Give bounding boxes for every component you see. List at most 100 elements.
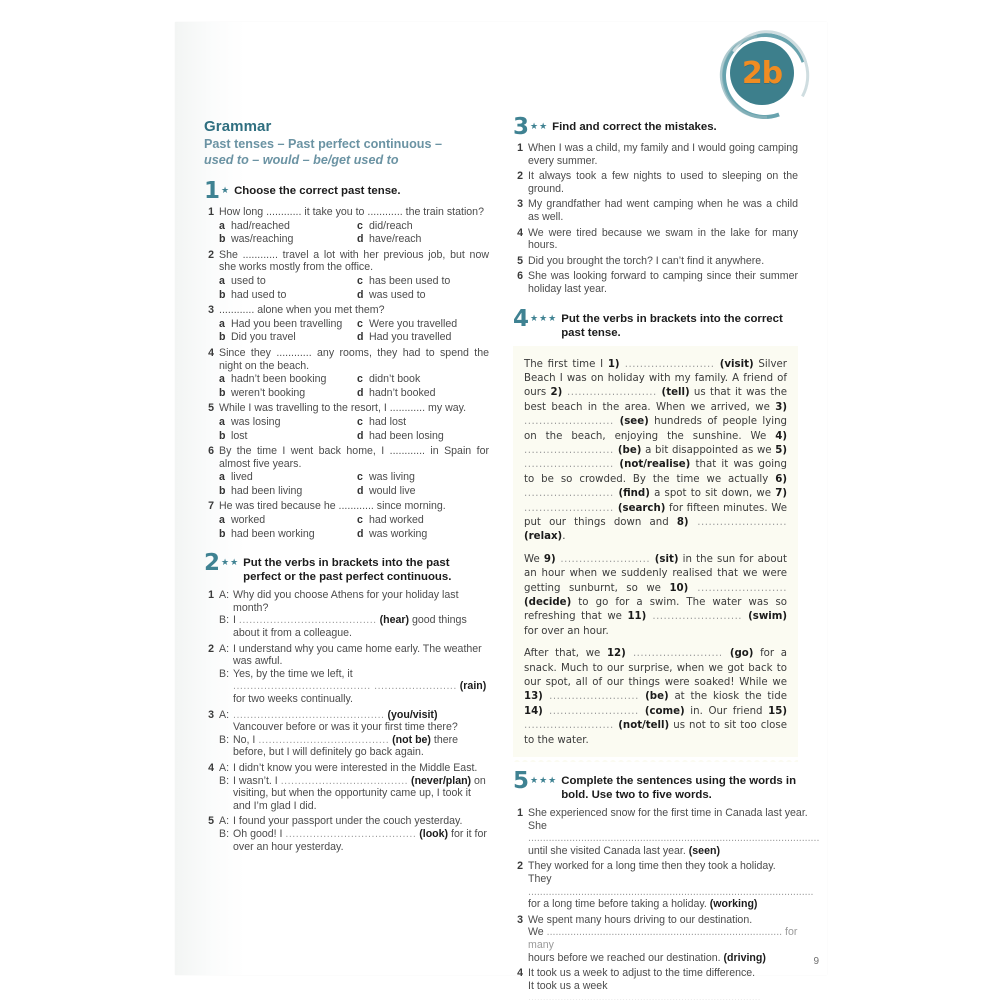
question-body: ............ alone when you met them? a Ha…	[219, 304, 489, 344]
answer-option-d[interactable]: d would live	[357, 485, 489, 498]
dialogue-text-b: Yes, by the time we left, it ...........…	[233, 667, 487, 705]
question-item: 3 We spent many hours driving to our dest…	[513, 914, 798, 964]
answer-option-a[interactable]: a lived	[219, 471, 351, 484]
cloze-bold: (go)	[729, 648, 754, 660]
question-number: 3	[517, 198, 523, 211]
answer-option-b[interactable]: b was/reaching	[219, 233, 351, 246]
question-item: 1 How long ............ it take you to ..…	[204, 206, 489, 246]
answer-option-d[interactable]: d was working	[357, 528, 489, 541]
question-stem: Since they ............ any rooms, they …	[219, 346, 489, 372]
answer-option-b[interactable]: b Did you travel	[219, 331, 351, 344]
answer-option-c[interactable]: c didn’t book	[357, 373, 489, 386]
option-text: Did you travel	[231, 331, 296, 344]
option-text: has been used to	[369, 274, 451, 287]
option-text: worked	[231, 514, 266, 527]
option-text: hadn’t been booking	[231, 373, 327, 386]
unit-badge: 2b	[702, 17, 823, 137]
question-text: When I was a child, my family and I woul…	[528, 142, 798, 167]
answer-option-b[interactable]: b had been working	[219, 528, 351, 541]
question-number: 7	[208, 500, 214, 513]
speaker-label: A:	[219, 642, 230, 655]
exercise-3-instruction: Find and correct the mistakes.	[552, 121, 717, 133]
option-letter: c	[357, 373, 363, 386]
answer-option-a[interactable]: a was losing	[219, 416, 351, 429]
screenshot-canvas: 2b Grammar Past tenses – Past perfect co…	[0, 0, 1000, 1000]
answer-option-d[interactable]: d Had you travelled	[357, 331, 489, 344]
answer-option-b[interactable]: b weren’t booking	[219, 387, 351, 400]
option-letter: c	[357, 274, 363, 287]
exercise-5-question-list: 1 She experienced snow for the first time…	[513, 807, 819, 1000]
answer-option-d[interactable]: d had been losing	[357, 430, 489, 443]
question-item: 3............ alone when you met them? a H…	[204, 304, 489, 344]
option-letter: b	[219, 484, 226, 497]
option-text: have/reach	[369, 233, 422, 246]
question-body: They worked for a long time then they to…	[528, 860, 814, 910]
option-text: didn’t book	[369, 373, 421, 386]
cloze-bold: (see)	[619, 416, 649, 428]
answer-option-b[interactable]: b lost	[219, 430, 351, 443]
cloze-bold: (decide)	[524, 597, 572, 609]
answer-option-a[interactable]: a worked	[219, 514, 351, 527]
option-letter: c	[357, 219, 363, 232]
question-number: 2	[208, 642, 214, 655]
option-text: had/reached	[231, 219, 290, 232]
question-item: 3 My grandfather had went camping when he…	[513, 198, 798, 223]
question-item: 6 She was looking forward to camping sinc…	[513, 270, 798, 295]
answer-blank: ......................................	[258, 733, 390, 746]
cloze-bold: (find)	[618, 488, 650, 500]
question-number: 1	[517, 142, 523, 154]
dialogue-text-b: I ......................................…	[233, 614, 467, 640]
cloze-paragraph: After that, we 12) .....................…	[524, 648, 787, 746]
answer-option-c[interactable]: c did/reach	[357, 220, 489, 233]
question-text: It always took a few nights to used to s…	[528, 170, 798, 195]
dialogue-text-a: I found your passport under the couch ye…	[233, 815, 463, 828]
exercise-4: 4 ★★★ Put the verbs in brackets into the…	[513, 307, 798, 763]
question-number: 5	[208, 402, 214, 415]
answer-option-d[interactable]: d was used to	[357, 289, 489, 302]
answer-blank: ........................................…	[528, 885, 814, 898]
speaker-label: B:	[219, 774, 230, 787]
option-letter: d	[357, 386, 364, 399]
verb-prompt: (rain)	[456, 680, 487, 693]
cloze-bold: 5)	[775, 444, 787, 456]
answer-option-c[interactable]: c has been used to	[357, 275, 489, 288]
exercise-2: 2 ★★ Put the verbs in brackets into the …	[204, 552, 489, 853]
answer-blank: ........................................…	[233, 680, 457, 693]
question-item: 2 A: I understand why you came home early.…	[204, 643, 489, 706]
question-number: 2	[208, 248, 214, 261]
answer-option-d[interactable]: d hadn’t booked	[357, 387, 489, 400]
exercise-1-question-list: 1 How long ............ it take you to ..…	[204, 206, 489, 540]
exercise-1-difficulty-stars: ★	[221, 185, 231, 195]
dialogue-line-a: A:......................................…	[219, 709, 489, 734]
exercise-2-instruction: Put the verbs in brackets into the past …	[243, 557, 452, 584]
question-item: 4 Since they ............ any rooms, they…	[204, 347, 489, 399]
question-stem: ............ alone when you met them?	[219, 304, 385, 317]
answer-option-b[interactable]: b had used to	[219, 289, 351, 302]
exercise-4-difficulty-stars: ★★★	[530, 312, 558, 323]
answer-options: a used to c has been used to b had used to d wa…	[219, 275, 489, 301]
answer-option-c[interactable]: c had worked	[357, 514, 489, 527]
right-column: 3 ★★ Find and correct the mistakes. 1 Whe…	[513, 116, 819, 1000]
speaker-label: B:	[219, 733, 230, 746]
answer-option-a[interactable]: a used to	[219, 275, 351, 288]
option-letter: c	[357, 415, 363, 428]
exercise-4-instruction: Put the verbs in brackets into the corre…	[561, 312, 783, 339]
answer-option-a[interactable]: a Had you been travelling	[219, 318, 351, 331]
option-letter: a	[219, 274, 225, 287]
cloze-paragraph: We 9) ........................ (sit) in …	[524, 553, 787, 637]
answer-blank: ......................................	[285, 827, 417, 840]
answer-option-b[interactable]: b had been living	[219, 485, 351, 498]
answer-option-c[interactable]: c Were you travelled	[357, 318, 489, 331]
exercise-5-difficulty-stars: ★★★	[530, 775, 558, 786]
question-text: We were tired because we swam in the lak…	[528, 226, 798, 252]
dialogue-text-a: I didn’t know you were interested in the…	[233, 761, 478, 774]
answer-option-a[interactable]: a had/reached	[219, 220, 351, 233]
question-number: 6	[208, 445, 214, 458]
answer-option-a[interactable]: a hadn’t been booking	[219, 373, 351, 386]
workbook-page: 2b Grammar Past tenses – Past perfect co…	[175, 17, 827, 1000]
question-stem: He was tired because he ............ sin…	[219, 500, 446, 513]
answer-option-c[interactable]: c was living	[357, 471, 489, 484]
question-item: 5 While I was travelling to the resort, I…	[204, 402, 489, 442]
answer-option-c[interactable]: c had lost	[357, 416, 489, 429]
answer-option-d[interactable]: d have/reach	[357, 233, 489, 246]
